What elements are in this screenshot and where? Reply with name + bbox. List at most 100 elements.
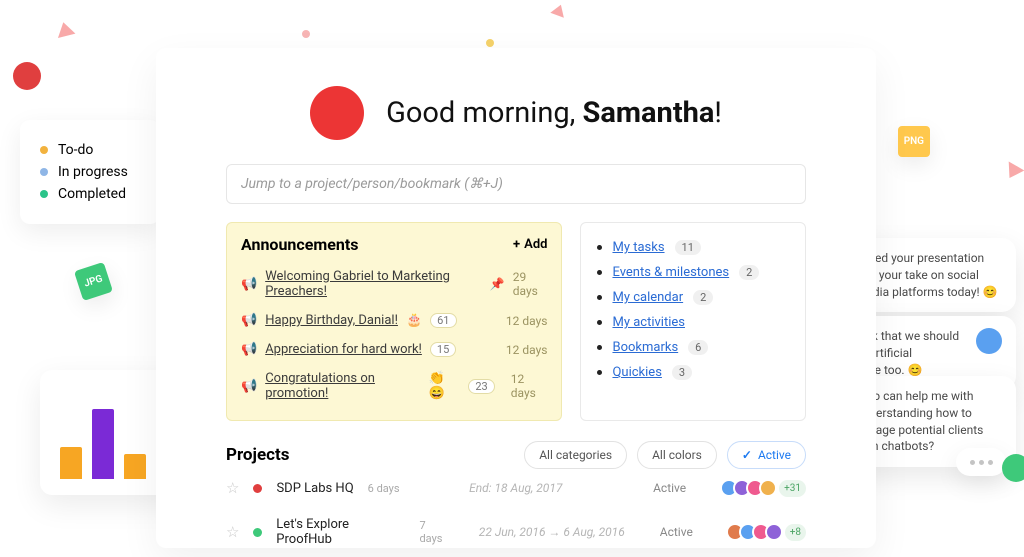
add-label: Add xyxy=(524,237,547,252)
filter-label: All categories xyxy=(539,448,612,462)
announcement-link[interactable]: Appreciation for hard work! xyxy=(265,342,422,357)
announcement-age: 12 days xyxy=(506,314,548,328)
announcement-age: 29 days xyxy=(513,270,548,298)
add-announcement-button[interactable]: + Add xyxy=(513,237,547,252)
quicklink-link[interactable]: Events & milestones xyxy=(612,265,729,280)
megaphone-icon: 📢 xyxy=(241,379,257,394)
quicklink-count: 3 xyxy=(672,365,692,380)
announcement-item[interactable]: 📢 Congratulations on promotion! 👏 😄 23 1… xyxy=(241,364,547,408)
filter-categories[interactable]: All categories xyxy=(524,441,627,469)
project-dates: 22 Jun, 2016 → 6 Aug, 2016 xyxy=(479,525,646,539)
dashboard-window: Good morning, Samantha! Jump to a projec… xyxy=(156,48,876,548)
file-badge-jpg: JPG xyxy=(74,262,113,301)
megaphone-icon: 📢 xyxy=(241,342,257,357)
emoji: 🎂 xyxy=(406,313,422,328)
announcement-link[interactable]: Congratulations on promotion! xyxy=(265,371,421,401)
bullet-icon xyxy=(597,245,602,250)
confetti-dot xyxy=(302,30,310,38)
quicklink-item[interactable]: Quickies 3 xyxy=(597,360,789,385)
bullet-icon xyxy=(597,345,602,350)
bullet-icon xyxy=(597,270,602,275)
project-members: +8 xyxy=(731,523,806,541)
status-legend-card: To-do In progress Completed xyxy=(20,120,160,224)
announcement-item[interactable]: 📢 Appreciation for hard work! 15 12 days xyxy=(241,335,547,364)
confetti-triangle xyxy=(55,20,76,38)
quicklink-count: 2 xyxy=(739,265,759,280)
project-status: Active xyxy=(653,481,711,495)
quicklink-item[interactable]: My tasks 11 xyxy=(597,235,789,260)
user-avatar-small xyxy=(13,62,41,90)
project-name[interactable]: Let's Explore ProofHub xyxy=(276,517,405,547)
quicklink-count: 6 xyxy=(688,340,708,355)
confetti-triangle xyxy=(1002,161,1024,182)
reaction-count: 23 xyxy=(468,379,494,394)
bullet-icon xyxy=(597,295,602,300)
greeting-text: Good morning, Samantha! xyxy=(386,96,722,130)
emoji: 👏 😄 xyxy=(429,371,460,401)
quicklink-count: 11 xyxy=(675,240,701,255)
chart-bar xyxy=(60,447,82,479)
project-age: 6 days xyxy=(368,482,400,495)
status-dot-icon xyxy=(40,146,48,154)
avatar xyxy=(976,328,1002,354)
announcement-item[interactable]: 📢 Welcoming Gabriel to Marketing Preache… xyxy=(241,262,547,306)
filter-colors[interactable]: All colors xyxy=(637,441,717,469)
quicklink-item[interactable]: Bookmarks 6 xyxy=(597,335,789,360)
more-members-badge: +31 xyxy=(779,480,806,497)
more-members-badge: +8 xyxy=(785,524,806,541)
projects-panel: Projects All categories All colors ✓ Act… xyxy=(226,441,806,557)
greeting-suffix: ! xyxy=(714,96,721,130)
typing-indicator xyxy=(956,448,1006,476)
confetti-dot xyxy=(486,39,494,47)
quicklink-link[interactable]: My calendar xyxy=(612,290,683,305)
confetti-triangle xyxy=(550,2,567,17)
project-row[interactable]: ☆ SDP Labs HQ 6 days End: 18 Aug, 2017 A… xyxy=(226,469,806,507)
project-row[interactable]: ☆ Let's Explore ProofHub 7 days 22 Jun, … xyxy=(226,507,806,557)
quicklink-link[interactable]: Bookmarks xyxy=(612,340,678,355)
announcement-age: 12 days xyxy=(511,372,548,400)
quicklink-link[interactable]: My tasks xyxy=(612,240,664,255)
quicklink-item[interactable]: My activities xyxy=(597,310,789,335)
project-name[interactable]: SDP Labs HQ xyxy=(276,481,353,496)
project-age: 7 days xyxy=(419,519,450,545)
quicklink-item[interactable]: My calendar 2 xyxy=(597,285,789,310)
status-dot-icon xyxy=(40,190,48,198)
plus-icon: + xyxy=(513,237,520,252)
chat-text: Who can help me with understanding how t… xyxy=(856,388,1002,455)
pin-icon: 📌 xyxy=(490,277,505,291)
quicklink-item[interactable]: Events & milestones 2 xyxy=(597,260,789,285)
check-icon: ✓ xyxy=(742,448,752,462)
file-badge-png: PNG xyxy=(898,126,930,157)
avatar xyxy=(759,479,777,497)
announcement-item[interactable]: 📢 Happy Birthday, Danial! 🎂 61 12 days xyxy=(241,306,547,335)
announcement-link[interactable]: Welcoming Gabriel to Marketing Preachers… xyxy=(265,269,474,299)
avatar xyxy=(1002,454,1024,482)
filter-active[interactable]: ✓ Active xyxy=(727,441,806,469)
project-status: Active xyxy=(660,525,717,539)
status-dot-icon xyxy=(40,168,48,176)
projects-title: Projects xyxy=(226,445,514,465)
search-placeholder: Jump to a project/person/bookmark (⌘+J) xyxy=(241,176,503,192)
legend-label: To-do xyxy=(58,142,93,158)
quicklink-link[interactable]: Quickies xyxy=(612,365,661,380)
megaphone-icon: 📢 xyxy=(241,277,257,292)
star-icon[interactable]: ☆ xyxy=(226,523,239,541)
jump-search-input[interactable]: Jump to a project/person/bookmark (⌘+J) xyxy=(226,164,806,204)
greeting-header: Good morning, Samantha! xyxy=(226,86,806,140)
chart-bar xyxy=(124,454,146,480)
quicklink-count: 2 xyxy=(693,290,713,305)
star-icon[interactable]: ☆ xyxy=(226,479,239,497)
quicklink-link[interactable]: My activities xyxy=(612,315,685,330)
announcement-link[interactable]: Happy Birthday, Danial! xyxy=(265,313,398,328)
reaction-count: 15 xyxy=(430,342,456,357)
user-avatar xyxy=(310,86,364,140)
legend-item-todo: To-do xyxy=(40,142,140,158)
bullet-icon xyxy=(597,320,602,325)
avatar xyxy=(765,523,783,541)
quicklinks-panel: My tasks 11 Events & milestones 2 My cal… xyxy=(580,222,806,421)
announcements-panel: Announcements + Add 📢 Welcoming Gabriel … xyxy=(226,222,562,421)
legend-item-inprogress: In progress xyxy=(40,164,140,180)
chat-text: Loved your presentation and your take on… xyxy=(856,250,1002,300)
filter-label: Active xyxy=(758,448,791,462)
announcements-title: Announcements xyxy=(241,235,358,254)
